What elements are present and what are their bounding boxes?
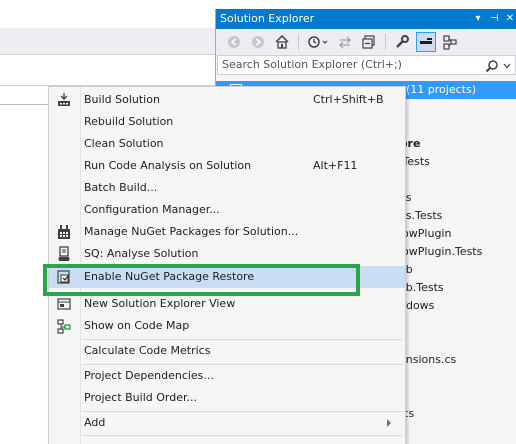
menu-separator <box>83 435 403 436</box>
build-solution-icon <box>56 92 72 108</box>
menu-item-label: Manage NuGet Packages for Solution... <box>84 225 299 238</box>
menu-item-clean-solution[interactable]: Clean Solution <box>49 133 405 155</box>
tree-item-label: lowPlugin <box>399 227 452 240</box>
submenu-arrow-icon <box>387 419 391 427</box>
class-diagram-button[interactable] <box>440 32 460 52</box>
menu-item-label: Add <box>84 416 106 429</box>
collapse-all-button[interactable] <box>359 32 379 52</box>
menu-item-label: New Solution Explorer View <box>84 297 236 310</box>
class-diagram-icon <box>443 35 457 50</box>
highlight-annotation-box <box>43 264 360 296</box>
tree-item[interactable]: lowPlugin <box>399 225 451 243</box>
menu-item-label: SQ: Analyse Solution <box>84 247 199 260</box>
tree-item-label: lowPlugin.Tests <box>399 245 483 258</box>
menu-item-label: Project Dependencies... <box>84 369 214 382</box>
menu-item-sq-analyse-solution[interactable]: SQ: Analyse Solution <box>49 243 405 265</box>
solution-explorer-search-input[interactable]: Search Solution Explorer (Ctrl+;) <box>217 55 516 75</box>
solution-explorer-title-bar[interactable]: Solution Explorer ▾ ⊣ ✕ <box>216 9 516 29</box>
home-button[interactable] <box>272 32 292 52</box>
home-icon <box>275 34 289 49</box>
close-icon[interactable]: ✕ <box>505 9 515 29</box>
menu-item-label: Batch Build... <box>84 181 158 194</box>
preview-selected-items-button[interactable] <box>416 32 436 52</box>
menu-item-manage-nuget-packages[interactable]: Manage NuGet Packages for Solution... <box>49 221 405 243</box>
menu-item-shortcut: Ctrl+Shift+B <box>313 93 384 106</box>
search-icon <box>485 59 498 72</box>
wrench-icon <box>396 35 409 48</box>
menu-item-batch-build[interactable]: Batch Build... <box>49 177 405 199</box>
tree-item[interactable]: lowPlugin.Tests <box>399 243 482 261</box>
pending-changes-filter-button[interactable] <box>305 32 331 52</box>
forward-button[interactable] <box>248 32 268 52</box>
toolbar-separator <box>385 34 386 50</box>
new-view-icon <box>56 296 72 312</box>
menu-item-label: Clean Solution <box>84 137 164 150</box>
solution-explorer-title: Solution Explorer <box>220 12 315 25</box>
menu-item-new-solution-explorer-view[interactable]: New Solution Explorer View <box>49 293 405 315</box>
pin-icon[interactable]: ⊣ <box>489 9 499 29</box>
preview-pane-icon <box>420 38 432 44</box>
editor-toolbar-band <box>0 28 216 55</box>
menu-item-show-on-code-map[interactable]: Show on Code Map <box>49 315 405 337</box>
menu-item-label: Calculate Code Metrics <box>84 344 211 357</box>
menu-item-shortcut: Alt+F11 <box>313 159 358 172</box>
menu-item-label: Build Solution <box>84 93 160 106</box>
history-dropdown-icon <box>308 36 328 48</box>
collapse-all-icon <box>362 35 375 49</box>
nuget-icon <box>56 224 72 240</box>
menu-item-label: Project Build Order... <box>84 391 197 404</box>
sonarqube-icon <box>56 246 72 262</box>
menu-item-rebuild-solution[interactable]: Rebuild Solution <box>49 111 405 133</box>
tree-item-label: ensions.cs <box>399 353 457 366</box>
menu-item-label: Show on Code Map <box>84 319 190 332</box>
sync-arrows-icon <box>339 36 351 49</box>
menu-item-build-solution[interactable]: Build Solution Ctrl+Shift+B <box>49 89 405 111</box>
menu-item-add[interactable]: Add <box>49 412 405 434</box>
sync-button[interactable] <box>335 32 355 52</box>
editor-navigation-bar <box>0 56 216 86</box>
menu-item-label: Rebuild Solution <box>84 115 174 128</box>
menu-item-run-code-analysis[interactable]: Run Code Analysis on Solution Alt+F11 <box>49 155 405 177</box>
forward-arrow-icon <box>252 36 264 48</box>
editor-divider <box>0 104 48 105</box>
solution-project-count: (11 projects) <box>406 83 476 96</box>
menu-item-label: Configuration Manager... <box>84 203 220 216</box>
menu-item-label: Run Code Analysis on Solution <box>84 159 252 172</box>
menu-item-project-dependencies[interactable]: Project Dependencies... <box>49 365 405 387</box>
menu-item-project-build-order[interactable]: Project Build Order... <box>49 387 405 409</box>
code-map-icon <box>56 318 72 334</box>
menu-item-configuration-manager[interactable]: Configuration Manager... <box>49 199 405 221</box>
properties-button[interactable] <box>392 32 412 52</box>
tree-item[interactable]: ensions.cs <box>399 351 456 369</box>
toolbar-separator <box>298 34 299 50</box>
dropdown-icon[interactable]: ▾ <box>473 9 483 29</box>
back-arrow-icon <box>228 36 240 48</box>
solution-explorer-toolbar <box>216 29 516 55</box>
chevron-down-icon <box>503 63 511 68</box>
menu-item-calculate-code-metrics[interactable]: Calculate Code Metrics <box>49 340 405 362</box>
search-placeholder: Search Solution Explorer (Ctrl+;) <box>222 58 402 71</box>
back-button[interactable] <box>224 32 244 52</box>
